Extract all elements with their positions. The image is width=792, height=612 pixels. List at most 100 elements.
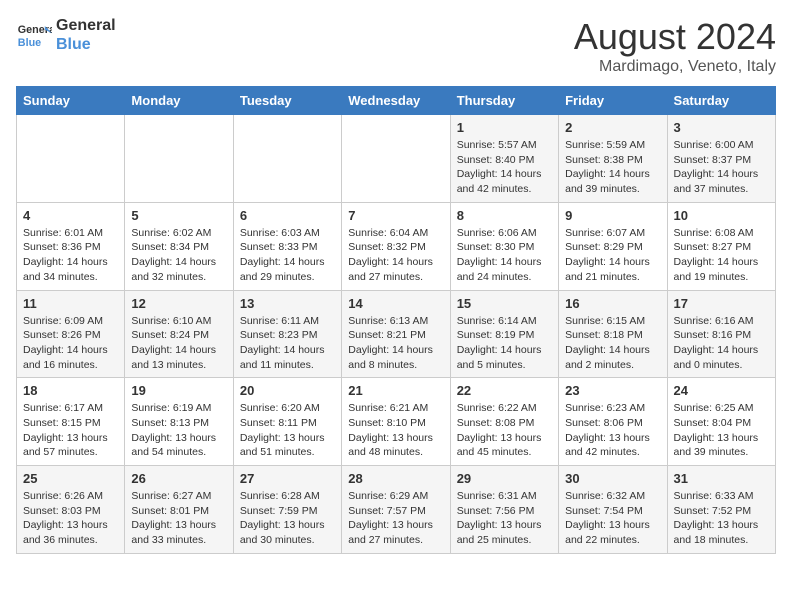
calendar-cell: 14 Sunrise: 6:13 AM Sunset: 8:21 PM Dayli… [342, 290, 450, 378]
day-number: 6 [240, 208, 335, 223]
calendar-week-row: 25Sunrise: 6:26 AM Sunset: 8:03 PM Dayli… [17, 466, 776, 554]
logo-icon: General Blue [16, 17, 52, 53]
day-info: Sunrise: 6:13 AM Sunset: 8:21 PM Dayligh… [348, 314, 443, 373]
day-number: 14 [348, 296, 443, 311]
calendar-cell: 28Sunrise: 6:29 AM Sunset: 7:57 PM Dayli… [342, 466, 450, 554]
calendar-cell [342, 115, 450, 203]
day-info: Sunrise: 6:11 AM Sunset: 8:23 PM Dayligh… [240, 314, 335, 373]
day-header-tuesday: Tuesday [233, 87, 341, 115]
calendar-cell: 11 Sunrise: 6:09 AM Sunset: 8:26 PM Dayli… [17, 290, 125, 378]
day-info: Sunrise: 6:07 AM Sunset: 8:29 PM Dayligh… [565, 226, 660, 285]
day-number: 13 [240, 296, 335, 311]
calendar-cell: 26 Sunrise: 6:27 AM Sunset: 8:01 PM Dayli… [125, 466, 233, 554]
day-info: Sunrise: 6:01 AM Sunset: 8:36 PM Dayligh… [23, 226, 118, 285]
day-number: 17 [674, 296, 769, 311]
day-number: 20 [240, 383, 335, 398]
day-info: Sunrise: 6:02 AM Sunset: 8:34 PM Dayligh… [131, 226, 226, 285]
calendar-cell: 13 Sunrise: 6:11 AM Sunset: 8:23 PM Dayli… [233, 290, 341, 378]
calendar-cell: 23Sunrise: 6:23 AM Sunset: 8:06 PM Dayli… [559, 378, 667, 466]
logo: General Blue General Blue [16, 16, 116, 54]
calendar-table: SundayMondayTuesdayWednesdayThursdayFrid… [16, 86, 776, 554]
calendar-cell: 7 Sunrise: 6:04 AM Sunset: 8:32 PM Daylig… [342, 202, 450, 290]
calendar-cell: 4 Sunrise: 6:01 AM Sunset: 8:36 PM Daylig… [17, 202, 125, 290]
day-number: 12 [131, 296, 226, 311]
day-number: 26 [131, 471, 226, 486]
day-info: Sunrise: 6:04 AM Sunset: 8:32 PM Dayligh… [348, 226, 443, 285]
day-number: 28 [348, 471, 443, 486]
logo-line2: Blue [56, 35, 116, 54]
day-info: Sunrise: 6:21 AM Sunset: 8:10 PM Dayligh… [348, 401, 443, 460]
calendar-cell: 8 Sunrise: 6:06 AM Sunset: 8:30 PM Daylig… [450, 202, 558, 290]
day-info: Sunrise: 6:14 AM Sunset: 8:19 PM Dayligh… [457, 314, 552, 373]
day-info: Sunrise: 6:26 AM Sunset: 8:03 PM Dayligh… [23, 489, 118, 548]
day-info: Sunrise: 5:59 AM Sunset: 8:38 PM Dayligh… [565, 138, 660, 197]
day-number: 11 [23, 296, 118, 311]
day-number: 4 [23, 208, 118, 223]
day-info: Sunrise: 6:06 AM Sunset: 8:30 PM Dayligh… [457, 226, 552, 285]
day-number: 19 [131, 383, 226, 398]
calendar-header-row: SundayMondayTuesdayWednesdayThursdayFrid… [17, 87, 776, 115]
calendar-week-row: 18Sunrise: 6:17 AM Sunset: 8:15 PM Dayli… [17, 378, 776, 466]
page-header: General Blue General Blue August 2024 Ma… [16, 16, 776, 76]
calendar-cell: 27 Sunrise: 6:28 AM Sunset: 7:59 PM Dayli… [233, 466, 341, 554]
day-number: 8 [457, 208, 552, 223]
day-number: 31 [674, 471, 769, 486]
day-info: Sunrise: 6:33 AM Sunset: 7:52 PM Dayligh… [674, 489, 769, 548]
calendar-cell: 21 Sunrise: 6:21 AM Sunset: 8:10 PM Dayli… [342, 378, 450, 466]
day-info: Sunrise: 6:25 AM Sunset: 8:04 PM Dayligh… [674, 401, 769, 460]
day-info: Sunrise: 6:22 AM Sunset: 8:08 PM Dayligh… [457, 401, 552, 460]
day-info: Sunrise: 6:15 AM Sunset: 8:18 PM Dayligh… [565, 314, 660, 373]
day-info: Sunrise: 6:19 AM Sunset: 8:13 PM Dayligh… [131, 401, 226, 460]
calendar-cell: 22 Sunrise: 6:22 AM Sunset: 8:08 PM Dayli… [450, 378, 558, 466]
day-info: Sunrise: 6:03 AM Sunset: 8:33 PM Dayligh… [240, 226, 335, 285]
calendar-cell [125, 115, 233, 203]
day-number: 18 [23, 383, 118, 398]
day-info: Sunrise: 6:28 AM Sunset: 7:59 PM Dayligh… [240, 489, 335, 548]
day-header-thursday: Thursday [450, 87, 558, 115]
day-number: 7 [348, 208, 443, 223]
day-number: 24 [674, 383, 769, 398]
day-number: 16 [565, 296, 660, 311]
day-number: 1 [457, 120, 552, 135]
calendar-title: August 2024 [574, 16, 776, 58]
calendar-cell [17, 115, 125, 203]
day-header-sunday: Sunday [17, 87, 125, 115]
calendar-subtitle: Mardimago, Veneto, Italy [574, 58, 776, 76]
day-header-saturday: Saturday [667, 87, 775, 115]
day-info: Sunrise: 6:10 AM Sunset: 8:24 PM Dayligh… [131, 314, 226, 373]
calendar-cell: 30 Sunrise: 6:32 AM Sunset: 7:54 PM Dayli… [559, 466, 667, 554]
calendar-week-row: 1 Sunrise: 5:57 AM Sunset: 8:40 PM Daylig… [17, 115, 776, 203]
title-block: August 2024 Mardimago, Veneto, Italy [574, 16, 776, 76]
calendar-week-row: 4 Sunrise: 6:01 AM Sunset: 8:36 PM Daylig… [17, 202, 776, 290]
day-info: Sunrise: 6:09 AM Sunset: 8:26 PM Dayligh… [23, 314, 118, 373]
day-info: Sunrise: 5:57 AM Sunset: 8:40 PM Dayligh… [457, 138, 552, 197]
day-number: 22 [457, 383, 552, 398]
day-info: Sunrise: 6:27 AM Sunset: 8:01 PM Dayligh… [131, 489, 226, 548]
calendar-cell [233, 115, 341, 203]
day-number: 21 [348, 383, 443, 398]
day-header-wednesday: Wednesday [342, 87, 450, 115]
day-info: Sunrise: 6:32 AM Sunset: 7:54 PM Dayligh… [565, 489, 660, 548]
calendar-cell: 5 Sunrise: 6:02 AM Sunset: 8:34 PM Daylig… [125, 202, 233, 290]
calendar-cell: 25Sunrise: 6:26 AM Sunset: 8:03 PM Dayli… [17, 466, 125, 554]
day-info: Sunrise: 6:23 AM Sunset: 8:06 PM Dayligh… [565, 401, 660, 460]
day-info: Sunrise: 6:31 AM Sunset: 7:56 PM Dayligh… [457, 489, 552, 548]
calendar-cell: 24 Sunrise: 6:25 AM Sunset: 8:04 PM Dayli… [667, 378, 775, 466]
calendar-cell: 31 Sunrise: 6:33 AM Sunset: 7:52 PM Dayli… [667, 466, 775, 554]
day-number: 5 [131, 208, 226, 223]
day-header-monday: Monday [125, 87, 233, 115]
calendar-cell: 10Sunrise: 6:08 AM Sunset: 8:27 PM Dayli… [667, 202, 775, 290]
calendar-cell: 19 Sunrise: 6:19 AM Sunset: 8:13 PM Dayli… [125, 378, 233, 466]
day-number: 27 [240, 471, 335, 486]
day-number: 30 [565, 471, 660, 486]
calendar-cell: 29Sunrise: 6:31 AM Sunset: 7:56 PM Dayli… [450, 466, 558, 554]
calendar-cell: 9Sunrise: 6:07 AM Sunset: 8:29 PM Daylig… [559, 202, 667, 290]
calendar-cell: 17Sunrise: 6:16 AM Sunset: 8:16 PM Dayli… [667, 290, 775, 378]
day-header-friday: Friday [559, 87, 667, 115]
calendar-cell: 18Sunrise: 6:17 AM Sunset: 8:15 PM Dayli… [17, 378, 125, 466]
calendar-cell: 2Sunrise: 5:59 AM Sunset: 8:38 PM Daylig… [559, 115, 667, 203]
calendar-week-row: 11 Sunrise: 6:09 AM Sunset: 8:26 PM Dayli… [17, 290, 776, 378]
calendar-cell: 6 Sunrise: 6:03 AM Sunset: 8:33 PM Daylig… [233, 202, 341, 290]
day-number: 15 [457, 296, 552, 311]
day-info: Sunrise: 6:00 AM Sunset: 8:37 PM Dayligh… [674, 138, 769, 197]
